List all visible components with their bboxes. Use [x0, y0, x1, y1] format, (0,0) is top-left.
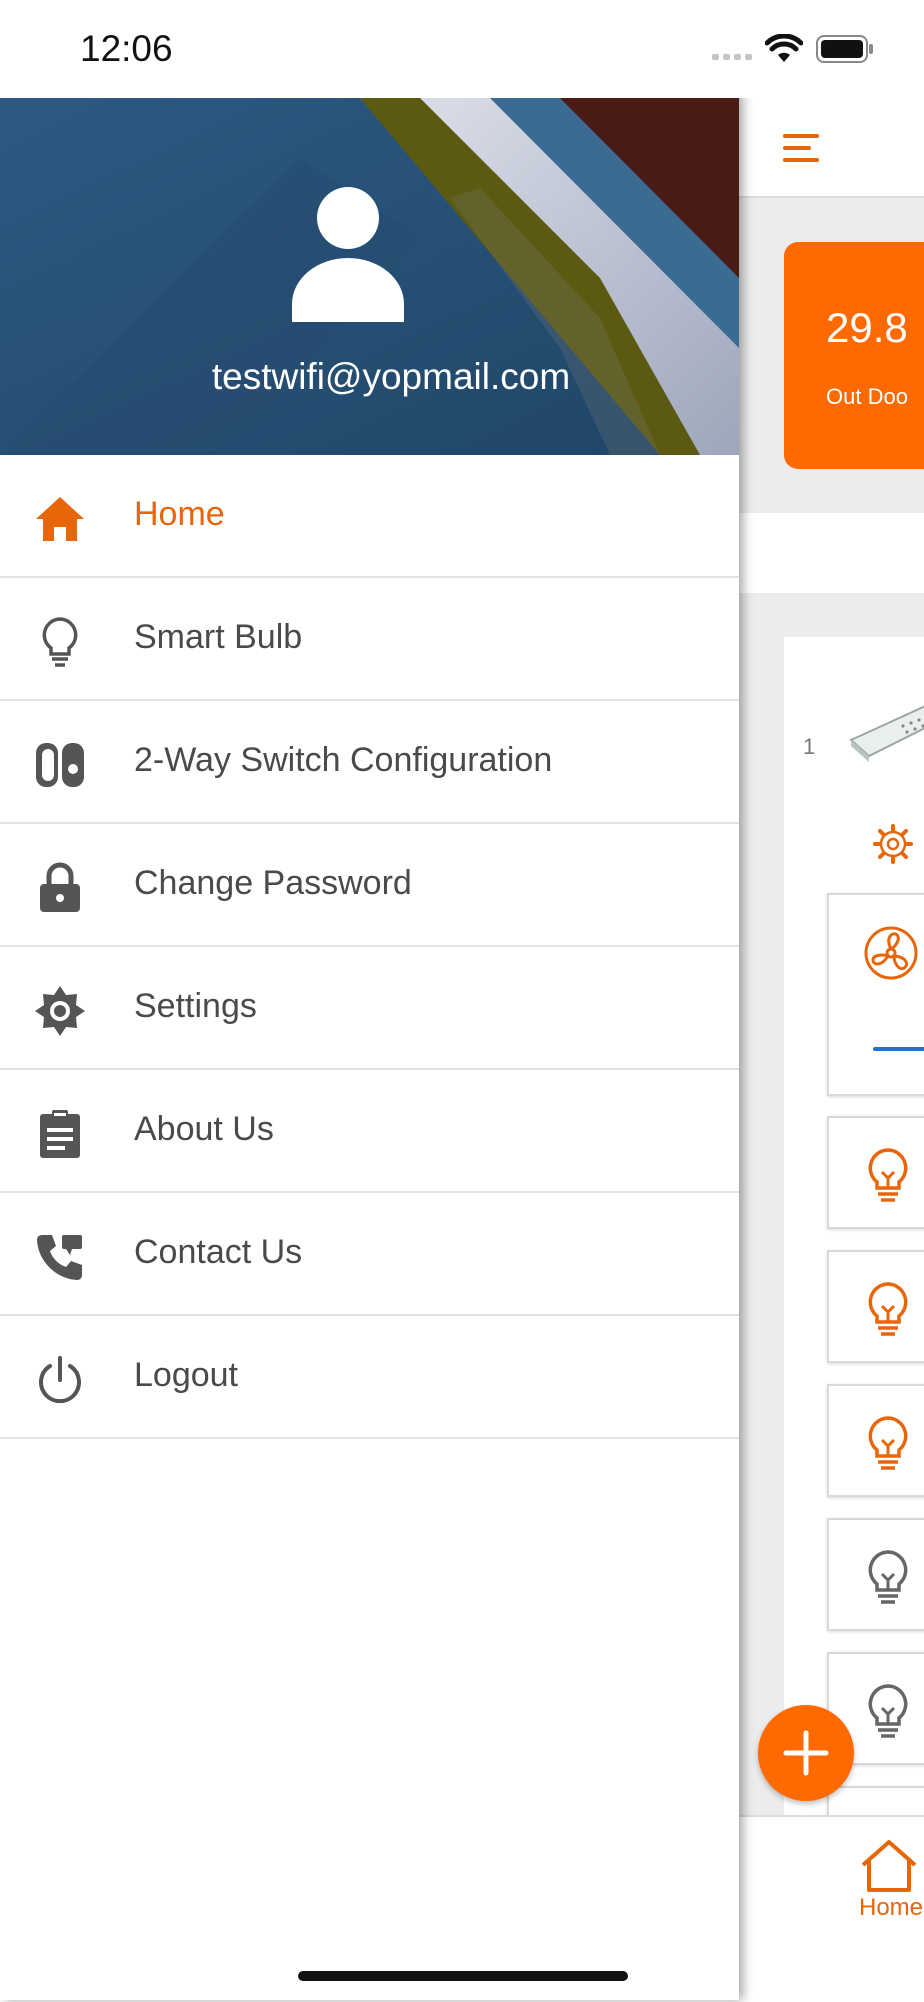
power-icon [39, 1356, 81, 1404]
lock-icon [40, 862, 80, 912]
section-divider [739, 513, 924, 593]
home-indicator [298, 1971, 628, 1981]
bulb-on-icon [868, 1148, 908, 1202]
menu-item-2way-switch-label: 2-Way Switch Configuration [134, 741, 553, 779]
bulb-off-icon [868, 1550, 908, 1604]
menu-item-about-us[interactable]: About Us [0, 1070, 739, 1193]
bulb-on-icon [868, 1416, 908, 1470]
signal-icon [712, 54, 752, 60]
fan-tile[interactable] [827, 893, 924, 1096]
switch-device-image [849, 705, 924, 762]
menu-item-home[interactable]: Home [0, 455, 739, 578]
menu-item-change-password[interactable]: Change Password [0, 824, 739, 947]
menu-item-smart-bulb[interactable]: Smart Bulb [0, 578, 739, 701]
fan-speed-indicator [873, 1047, 924, 1051]
bulb-tile-4[interactable] [827, 1518, 924, 1631]
menu-item-contact-us[interactable]: Contact Us [0, 1193, 739, 1316]
phone-icon [37, 1235, 82, 1280]
user-email: testwifi@yopmail.com [211, 356, 571, 397]
wifi-icon [765, 34, 803, 62]
add-device-button[interactable] [758, 1705, 854, 1801]
home-outline-icon [861, 1840, 917, 1892]
menu-item-settings-label: Settings [134, 987, 257, 1025]
plus-icon [783, 1730, 829, 1776]
battery-icon [816, 35, 873, 63]
menu-item-contact-us-label: Contact Us [134, 1233, 303, 1271]
device-settings-gear-icon[interactable] [871, 822, 915, 866]
menu-item-home-label: Home [134, 495, 225, 533]
main-top-bar [739, 98, 924, 198]
navigation-drawer: testwifi@yopmail.com Home Smart Bulb 2-W… [0, 0, 739, 2000]
user-avatar-icon [292, 187, 404, 322]
menu-item-settings[interactable]: Settings [0, 947, 739, 1070]
menu-hamburger-icon[interactable] [783, 134, 823, 162]
status-bar: 12:06 [0, 0, 924, 98]
home-icon [36, 497, 84, 541]
menu-item-logout[interactable]: Logout [0, 1316, 739, 1439]
menu-item-smart-bulb-label: Smart Bulb [134, 618, 303, 656]
gear-icon [35, 986, 85, 1036]
status-time: 12:06 [80, 28, 173, 69]
fan-icon [864, 926, 918, 980]
device-index: 1 [803, 734, 816, 759]
clipboard-icon [40, 1110, 80, 1158]
outdoor-temperature-card[interactable]: 29.8 Out Doo [784, 242, 924, 469]
menu-item-change-password-label: Change Password [134, 864, 412, 902]
temperature-label: Out Doo [826, 384, 908, 409]
switch-icon [36, 743, 84, 787]
bulb-tile-3[interactable] [827, 1384, 924, 1497]
menu-item-2way-switch[interactable]: 2-Way Switch Configuration [0, 701, 739, 824]
bulb-off-icon [868, 1684, 908, 1738]
bulb-tile-2[interactable] [827, 1250, 924, 1363]
menu-item-logout-label: Logout [134, 1356, 238, 1394]
bulb-icon [42, 617, 78, 667]
temperature-value: 29.8 [826, 304, 908, 351]
bulb-tile-1[interactable] [827, 1116, 924, 1229]
main-screen: 29.8 Out Doo 1 [739, 0, 924, 2000]
bottom-nav-home-label: Home [859, 1894, 924, 1921]
menu-item-about-us-label: About Us [134, 1110, 274, 1148]
bulb-on-icon [868, 1282, 908, 1336]
drawer-header: testwifi@yopmail.com [0, 98, 739, 455]
